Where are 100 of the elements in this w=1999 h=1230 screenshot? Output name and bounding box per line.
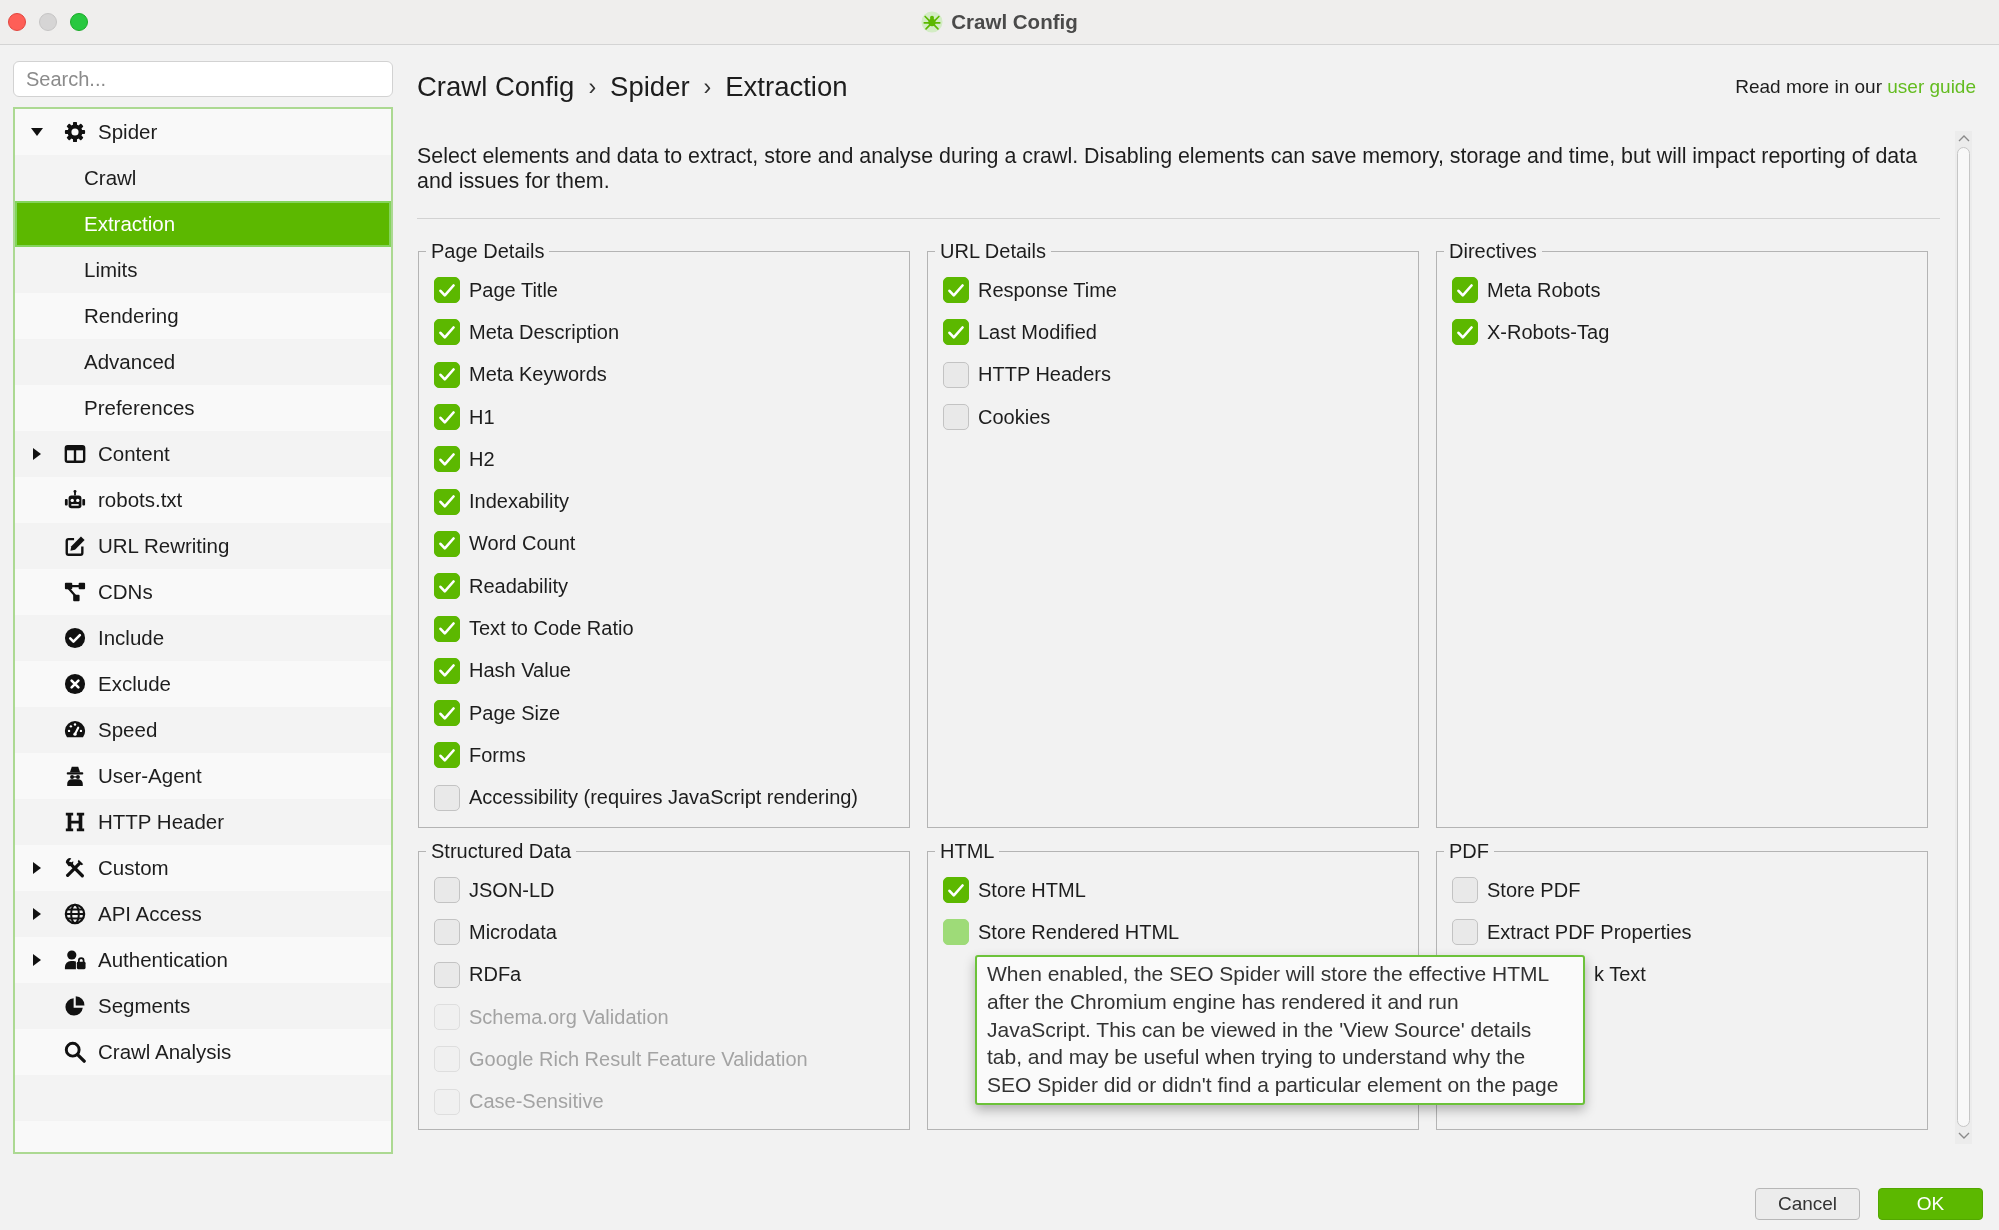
help-text: Read more in our user guide (1735, 76, 1976, 98)
sidebar-item[interactable]: Include (15, 615, 391, 661)
breadcrumb-separator: › (588, 73, 597, 101)
search-field[interactable]: Search... (13, 61, 393, 97)
pencil-square-icon (64, 535, 86, 557)
sidebar-item[interactable]: Preferences (15, 385, 391, 431)
cancel-button[interactable]: Cancel (1755, 1188, 1860, 1220)
checkbox[interactable] (943, 277, 969, 304)
logo-icon (921, 11, 944, 33)
checkbox[interactable] (943, 361, 969, 388)
tools-icon (64, 857, 86, 879)
sidebar-item[interactable]: Speed (15, 707, 391, 753)
checkbox-label: H1 (469, 405, 495, 429)
checkmark-icon (439, 579, 455, 593)
sidebar-item[interactable]: User-Agent (15, 753, 391, 799)
caret-right-icon[interactable] (33, 908, 41, 920)
checkbox[interactable] (434, 319, 460, 346)
checkbox[interactable] (943, 877, 969, 904)
checkbox[interactable] (1452, 919, 1478, 946)
checkbox[interactable] (434, 784, 460, 811)
checkbox[interactable] (434, 530, 460, 557)
checkbox-label: Meta Robots (1487, 278, 1601, 302)
checkbox[interactable] (1452, 877, 1478, 904)
caret-right-icon[interactable] (33, 448, 41, 460)
checkbox-label: Microdata (469, 920, 557, 944)
window-zoom-button[interactable] (70, 13, 88, 31)
checkbox-label: Readability (469, 574, 568, 598)
scrollbar[interactable] (1955, 131, 1972, 1144)
checkbox[interactable] (434, 277, 460, 304)
group-title: URL Details (939, 239, 1047, 263)
checkbox[interactable] (434, 742, 460, 769)
sidebar-item[interactable]: CDNs (15, 569, 391, 615)
group-title: HTML (939, 839, 996, 863)
checkbox[interactable] (434, 404, 460, 431)
checkbox[interactable] (434, 361, 460, 388)
checkbox-label: Google Rich Result Feature Validation (469, 1047, 808, 1071)
checkbox-label: Page Size (469, 701, 561, 725)
checkmark-icon (948, 325, 964, 339)
checkbox[interactable] (434, 700, 460, 727)
chevron-up-icon[interactable] (1957, 135, 1970, 142)
checkbox[interactable] (434, 877, 460, 904)
columns-icon (64, 443, 86, 465)
sidebar-item[interactable]: Authentication (15, 937, 391, 983)
checkmark-icon (439, 283, 455, 297)
checkbox[interactable] (434, 615, 460, 642)
sidebar-item[interactable]: HTTP Header (15, 799, 391, 845)
checkbox[interactable] (434, 488, 460, 515)
scrollbar-thumb[interactable] (1957, 147, 1970, 1127)
sidebar-item[interactable]: Crawl Analysis (15, 1029, 391, 1075)
breadcrumb-item: Crawl Config (417, 71, 575, 103)
chevron-down-icon[interactable] (1957, 1132, 1970, 1139)
sidebar-item[interactable]: Exclude (15, 661, 391, 707)
checkbox-label: Word Count (469, 532, 576, 556)
checkbox-label: k Text (1594, 963, 1646, 987)
description-text: Select elements and data to extract, store and analyse during a crawl. Disabling elements can save memory, storage and time, but will impact reporting of data and issues for them. (417, 144, 1919, 194)
checkmark-icon (439, 622, 455, 635)
sitemap-icon (64, 581, 86, 603)
checkbox-label: Text to Code Ratio (469, 617, 634, 640)
checkmark-icon (439, 537, 455, 551)
breadcrumb-item: Extraction (725, 71, 848, 103)
checkbox-label: Indexability (469, 490, 570, 514)
sidebar-item[interactable]: Rendering (15, 293, 391, 339)
sidebar-item[interactable]: Spider (15, 109, 391, 155)
checkbox[interactable] (434, 919, 460, 946)
checkbox[interactable] (943, 319, 969, 346)
checkbox[interactable] (943, 919, 969, 946)
checkbox[interactable] (434, 573, 460, 600)
robot-icon (64, 489, 86, 511)
group-title: PDF (1448, 839, 1490, 863)
checkbox[interactable] (434, 657, 460, 684)
user-lock-icon (64, 949, 86, 971)
checkbox[interactable] (434, 961, 460, 988)
checkbox[interactable] (1452, 319, 1478, 346)
sidebar-item[interactable]: robots.txt (15, 477, 391, 523)
caret-down-icon[interactable] (31, 128, 43, 136)
checkbox[interactable] (943, 404, 969, 431)
sidebar-item[interactable]: API Access (15, 891, 391, 937)
gear-icon (64, 121, 86, 143)
checkbox[interactable] (434, 446, 460, 473)
sidebar-item[interactable]: Limits (15, 247, 391, 293)
checkbox[interactable] (1452, 277, 1478, 304)
checkbox-label: Meta Keywords (469, 363, 607, 387)
checkmark-icon (439, 368, 455, 382)
checkbox-label: Forms (469, 743, 526, 767)
caret-right-icon[interactable] (33, 954, 41, 966)
window-close-button[interactable] (8, 13, 26, 31)
sidebar-item[interactable]: Segments (15, 983, 391, 1029)
checkbox-label: HTTP Headers (978, 363, 1111, 387)
checkbox-label: Schema.org Validation (469, 1005, 669, 1029)
check-circle-icon (64, 627, 86, 649)
checkbox-label: Meta Description (469, 320, 620, 344)
sidebar-item[interactable]: Crawl (15, 155, 391, 201)
checkbox-label: RDFa (469, 963, 522, 987)
sidebar-item[interactable]: Advanced (15, 339, 391, 385)
sidebar-item[interactable]: Custom (15, 845, 391, 891)
sidebar-item[interactable]: URL Rewriting (15, 523, 391, 569)
checkbox-label: Case-Sensitive (469, 1090, 604, 1114)
caret-right-icon[interactable] (33, 862, 41, 874)
sidebar-item[interactable]: Content (15, 431, 391, 477)
checkmark-icon (1457, 283, 1473, 297)
